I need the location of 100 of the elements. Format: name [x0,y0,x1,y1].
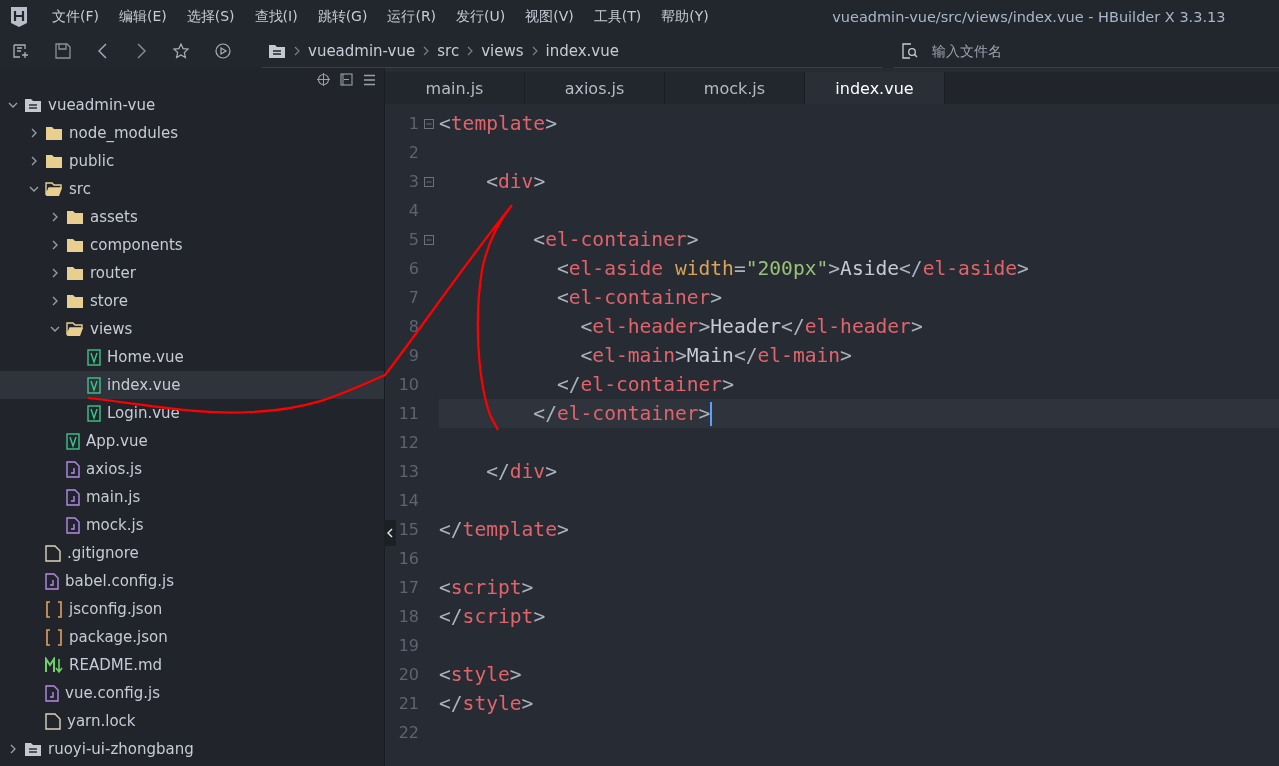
menu-item[interactable]: 跳转(G) [307,8,378,26]
back-icon[interactable] [97,43,109,59]
code-line: <template> [439,112,557,135]
chevron-right-icon [423,45,430,56]
folder-icon [66,265,84,281]
breadcrumb-item[interactable]: index.vue [545,41,619,60]
chevron-right-icon[interactable] [50,296,60,306]
tree-item[interactable]: vueadmin-vue [0,91,384,119]
line-number: 20 [397,665,419,684]
code-line: <el-aside width="200px">Aside</el-aside> [555,257,1029,280]
chevron-right-icon[interactable] [50,268,60,278]
collapse-sidebar-button[interactable] [384,520,396,546]
fold-icon[interactable] [424,118,434,129]
markdown-icon [45,656,63,674]
brackets-icon [45,628,63,646]
tree-item[interactable]: index.vue [0,371,384,399]
tree-item[interactable]: Home.vue [0,343,384,371]
tree-label: Login.vue [107,404,180,422]
star-icon[interactable] [173,43,189,59]
tree-item[interactable]: babel.config.js [0,567,384,595]
fold-icon[interactable] [424,176,434,187]
folder-icon [45,125,63,141]
vue-file-icon [87,376,101,394]
chevron-right-icon[interactable] [50,212,60,222]
menu-item[interactable]: 帮助(Y) [651,8,719,26]
chevron-right-icon[interactable] [29,156,39,166]
tree-item[interactable]: main.js [0,483,384,511]
forward-icon[interactable] [135,43,147,59]
chevron-right-icon [531,45,538,56]
tree-item[interactable]: README.md [0,651,384,679]
tree-label: package.json [69,628,168,646]
line-number: 2 [407,143,419,162]
code-line: </el-container> [532,402,711,425]
tree-item[interactable]: .gitignore [0,539,384,567]
line-number: 17 [397,578,419,597]
tree-item[interactable]: router [0,259,384,287]
menu-item[interactable]: 文件(F) [42,8,109,26]
window-title: vueadmin-vue/src/views/index.vue - HBuilder X 3.3.13 [831,9,1227,25]
chevron-right-icon[interactable] [29,128,39,138]
tree-item[interactable]: Login.vue [0,399,384,427]
line-number: 21 [397,694,419,713]
js-file-icon [66,488,80,506]
tree-item[interactable]: views [0,315,384,343]
menu-item[interactable]: 工具(T) [583,8,652,26]
chevron-down-icon[interactable] [8,100,18,110]
folder-icon [66,237,84,253]
folder-icon [45,153,63,169]
tree-item[interactable]: store [0,287,384,315]
collapse-all-icon[interactable] [340,73,353,86]
breadcrumb-item[interactable]: views [481,41,524,60]
tree-item[interactable]: vue.config.js [0,679,384,707]
save-icon[interactable] [55,43,71,59]
breadcrumb-item[interactable]: src [437,41,460,60]
line-number: 6 [407,259,419,278]
tree-item[interactable]: App.vue [0,427,384,455]
fold-icon[interactable] [424,234,434,245]
tree-item[interactable]: package.json [0,623,384,651]
chevron-right-icon[interactable] [8,744,18,754]
menu-item[interactable]: 运行(R) [377,8,447,26]
file-search-field[interactable]: 输入文件名 [930,41,1134,60]
chevron-right-icon [467,45,474,56]
tree-item[interactable]: components [0,231,384,259]
tree-item[interactable]: public [0,147,384,175]
locate-icon[interactable] [317,73,330,86]
new-file-icon[interactable] [13,43,29,59]
menu-item[interactable]: 发行(U) [446,8,516,26]
menu-icon[interactable] [363,73,376,86]
chevron-down-icon[interactable] [29,184,39,194]
menu-item[interactable]: 编辑(E) [109,8,177,26]
tree-item[interactable]: axios.js [0,455,384,483]
tree-label: .gitignore [67,544,139,562]
tree-item[interactable]: mock.js [0,511,384,539]
line-number: 14 [397,491,419,510]
code-line: </template> [439,518,569,541]
tree-item[interactable]: yarn.lock [0,707,384,735]
tree-item[interactable]: ruoyi-ui-zhongbang [0,735,384,763]
tree-item[interactable]: assets [0,203,384,231]
tree-item[interactable]: jsconfig.json [0,595,384,623]
breadcrumb-item[interactable]: vueadmin-vue [308,41,416,60]
line-number: 22 [397,723,419,742]
tree-item[interactable]: src [0,175,384,203]
tree-item[interactable]: node_modules [0,119,384,147]
chevron-right-icon[interactable] [50,240,60,250]
line-number: 13 [397,462,419,481]
chevron-left-icon [387,528,393,538]
menu-item[interactable]: 视图(V) [515,8,584,26]
editor-tab[interactable]: index.vue [805,72,945,104]
js-file-icon [66,516,80,534]
menu-item[interactable]: 查找(I) [244,8,308,26]
text-cursor [710,401,713,426]
menu-item[interactable]: 选择(S) [176,8,245,26]
chevron-down-icon[interactable] [50,324,60,334]
project-icon [24,97,42,113]
line-number: 18 [397,607,419,626]
code-line: </el-container> [555,373,734,396]
line-number: 1 [407,114,419,133]
open-folder-icon [66,321,84,337]
line-number: 12 [397,433,419,452]
tree-label: index.vue [107,376,181,394]
run-icon[interactable] [215,43,231,59]
